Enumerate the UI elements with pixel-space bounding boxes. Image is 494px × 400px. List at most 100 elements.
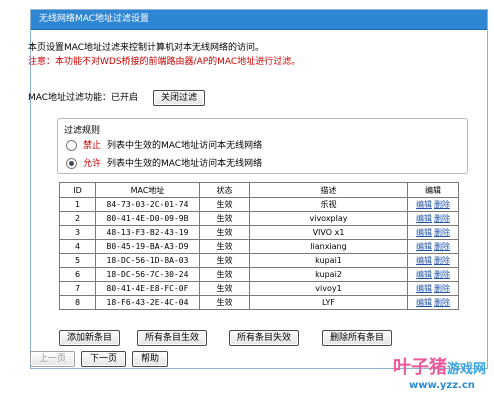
filter-rules-group: 过滤规则 禁止 列表中生效的MAC地址访问本无线网络 允许 列表中生效的MAC地址访… bbox=[57, 118, 468, 174]
row-id: 2 bbox=[59, 211, 96, 226]
row-id: 4 bbox=[59, 239, 96, 254]
edit-link[interactable]: 编辑 bbox=[416, 284, 432, 293]
delete-all-button[interactable]: 删除所有条目 bbox=[322, 330, 393, 346]
prev-page-button[interactable]: 上一页 bbox=[30, 351, 76, 367]
row-id: 5 bbox=[59, 253, 96, 268]
row-actions: 编辑 删除 bbox=[407, 267, 459, 282]
row-status: 生效 bbox=[199, 267, 250, 282]
table-row: 8 18-F6-43-2E-4C-04 生效 LYF 编辑 删除 bbox=[59, 295, 459, 310]
row-desc: 乐视 bbox=[249, 197, 408, 212]
row-actions: 编辑 删除 bbox=[407, 225, 459, 240]
row-id: 3 bbox=[59, 225, 96, 240]
deny-radio[interactable] bbox=[66, 140, 77, 151]
edit-link[interactable]: 编辑 bbox=[416, 242, 432, 251]
deny-text: 列表中生效的MAC地址访问本无线网络 bbox=[107, 141, 263, 151]
row-status: 生效 bbox=[199, 295, 250, 310]
row-status: 生效 bbox=[199, 239, 250, 254]
header-id: ID bbox=[59, 182, 96, 198]
row-desc: vivoxplay bbox=[249, 211, 408, 226]
delete-link[interactable]: 删除 bbox=[434, 270, 450, 279]
delete-link[interactable]: 删除 bbox=[434, 284, 450, 293]
table-row: 7 80-41-4E-E8-FC-0F 生效 vivoy1 编辑 删除 bbox=[59, 281, 459, 296]
row-desc: lianxiang bbox=[249, 239, 408, 254]
delete-link[interactable]: 删除 bbox=[434, 200, 450, 209]
row-status: 生效 bbox=[199, 211, 250, 226]
delete-link[interactable]: 删除 bbox=[434, 214, 450, 223]
row-desc: vivoy1 bbox=[249, 281, 408, 296]
row-actions: 编辑 删除 bbox=[407, 295, 459, 310]
row-id: 6 bbox=[59, 267, 96, 282]
filter-status-label: MAC地址过滤功能：已开启 bbox=[28, 93, 139, 103]
delete-link[interactable]: 删除 bbox=[434, 228, 450, 237]
disable-all-button[interactable]: 所有条目失效 bbox=[229, 330, 300, 346]
allow-radio[interactable] bbox=[66, 158, 77, 169]
header-edit: 编辑 bbox=[407, 182, 459, 198]
row-mac: 18-DC-56-1D-8A-03 bbox=[95, 253, 200, 268]
watermark-brand: 叶子猪 bbox=[392, 357, 447, 378]
delete-link[interactable]: 删除 bbox=[434, 242, 450, 251]
row-mac: 80-41-4E-E8-FC-0F bbox=[95, 281, 200, 296]
row-actions: 编辑 删除 bbox=[407, 281, 459, 296]
watermark-brand-sub: 游戏网 bbox=[446, 362, 486, 377]
row-status: 生效 bbox=[199, 281, 250, 296]
row-desc: kupai1 bbox=[249, 253, 408, 268]
description-line: 本页设置MAC地址过滤来控制计算机对本无线网络的访问。 bbox=[28, 43, 265, 53]
edit-link[interactable]: 编辑 bbox=[416, 298, 432, 307]
edit-link[interactable]: 编辑 bbox=[416, 214, 432, 223]
edit-link[interactable]: 编辑 bbox=[416, 270, 432, 279]
allow-text: 列表中生效的MAC地址访问本无线网络 bbox=[107, 159, 263, 169]
edit-link[interactable]: 编辑 bbox=[416, 200, 432, 209]
table-row: 6 18-DC-56-7C-30-24 生效 kupai2 编辑 删除 bbox=[59, 267, 459, 282]
table-actions: 添加新条目 所有条目生效 所有条目失效 删除所有条目 bbox=[59, 330, 469, 346]
row-actions: 编辑 删除 bbox=[407, 239, 459, 254]
edit-link[interactable]: 编辑 bbox=[416, 228, 432, 237]
row-actions: 编辑 删除 bbox=[407, 197, 459, 212]
row-mac: 18-DC-56-7C-30-24 bbox=[95, 267, 200, 282]
warning-note: 注意：本功能不对WDS桥接的前端路由器/AP的MAC地址进行过滤。 bbox=[28, 57, 301, 67]
panel-title: 无线网络MAC地址过滤设置 bbox=[31, 10, 487, 30]
row-mac: B0-45-19-BA-A3-D9 bbox=[95, 239, 200, 254]
add-entry-button[interactable]: 添加新条目 bbox=[59, 330, 121, 346]
filter-rules-legend: 过滤规则 bbox=[64, 126, 101, 136]
table-row: 1 84-73-03-2C-01-74 生效 乐视 编辑 删除 bbox=[59, 197, 459, 212]
disable-filter-button[interactable]: 关闭过滤 bbox=[152, 90, 205, 106]
watermark-logo: 叶子猪游戏网 bbox=[393, 358, 486, 380]
row-status: 生效 bbox=[199, 197, 250, 212]
row-desc: VIVO x1 bbox=[249, 225, 408, 240]
row-actions: 编辑 删除 bbox=[407, 253, 459, 268]
enable-all-button[interactable]: 所有条目生效 bbox=[137, 330, 208, 346]
description: 本页设置MAC地址过滤来控制计算机对本无线网络的访问。 注意：本功能不对WDS桥… bbox=[28, 41, 300, 69]
table-row: 4 B0-45-19-BA-A3-D9 生效 lianxiang 编辑 删除 bbox=[59, 239, 459, 254]
allow-keyword: 允许 bbox=[83, 159, 102, 169]
delete-link[interactable]: 删除 bbox=[434, 298, 450, 307]
filter-status-row: MAC地址过滤功能：已开启 关闭过滤 bbox=[28, 90, 205, 106]
next-page-button[interactable]: 下一页 bbox=[81, 351, 127, 367]
site-watermark: 叶子猪游戏网 www.yzz.cn bbox=[393, 358, 486, 392]
row-mac: 48-13-F3-B2-43-19 bbox=[95, 225, 200, 240]
row-status: 生效 bbox=[199, 225, 250, 240]
help-button[interactable]: 帮助 bbox=[132, 351, 169, 367]
row-id: 8 bbox=[59, 295, 96, 310]
row-mac: 84-73-03-2C-01-74 bbox=[95, 197, 200, 212]
delete-link[interactable]: 删除 bbox=[434, 256, 450, 265]
table-header-row: ID MAC地址 状态 描述 编辑 bbox=[59, 182, 459, 198]
rule-option-deny[interactable]: 禁止 列表中生效的MAC地址访问本无线网络 bbox=[66, 139, 262, 153]
row-desc: LYF bbox=[249, 295, 408, 310]
pagination: 上一页 下一页 帮助 bbox=[30, 351, 174, 367]
table-row: 5 18-DC-56-1D-8A-03 生效 kupai1 编辑 删除 bbox=[59, 253, 459, 268]
row-actions: 编辑 删除 bbox=[407, 211, 459, 226]
watermark-url: www.yzz.cn bbox=[408, 380, 475, 391]
table-row: 3 48-13-F3-B2-43-19 生效 VIVO x1 编辑 删除 bbox=[59, 225, 459, 240]
edit-link[interactable]: 编辑 bbox=[416, 256, 432, 265]
header-mac: MAC地址 bbox=[95, 182, 200, 198]
header-status: 状态 bbox=[199, 182, 250, 198]
row-id: 1 bbox=[59, 197, 96, 212]
mac-table: ID MAC地址 状态 描述 编辑 1 84-73-03-2C-01-74 生效… bbox=[59, 182, 459, 310]
table-row: 2 80-41-4E-D0-09-9B 生效 vivoxplay 编辑 删除 bbox=[59, 211, 459, 226]
row-status: 生效 bbox=[199, 253, 250, 268]
rule-option-allow[interactable]: 允许 列表中生效的MAC地址访问本无线网络 bbox=[66, 157, 262, 171]
row-id: 7 bbox=[59, 281, 96, 296]
header-desc: 描述 bbox=[249, 182, 408, 198]
deny-keyword: 禁止 bbox=[83, 141, 102, 151]
row-mac: 80-41-4E-D0-09-9B bbox=[95, 211, 200, 226]
